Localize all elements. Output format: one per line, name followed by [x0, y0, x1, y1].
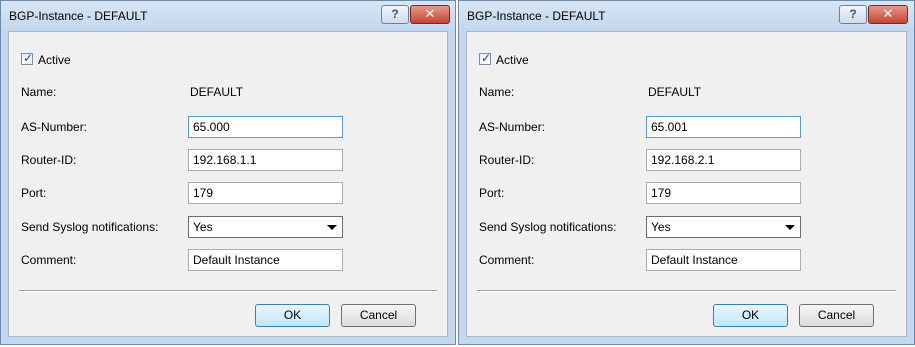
comment-label: Comment: — [479, 253, 535, 267]
close-button[interactable]: ✕ — [868, 5, 908, 24]
title-bar[interactable]: BGP-Instance - DEFAULT ? ✕ — [459, 1, 914, 31]
name-label: Name: — [479, 85, 515, 99]
bgp-instance-dialog-1: BGP-Instance - DEFAULT ? ✕ ✓ Active Name… — [0, 0, 456, 345]
active-label[interactable]: Active — [496, 53, 529, 67]
ok-button[interactable]: OK — [713, 304, 788, 327]
router-id-input[interactable]: 192.168.2.1 — [646, 149, 801, 171]
checkmark-icon: ✓ — [23, 51, 34, 65]
name-label: Name: — [21, 85, 57, 99]
router-id-label: Router-ID: — [21, 153, 77, 167]
router-id-input[interactable]: 192.168.1.1 — [188, 149, 343, 171]
help-button[interactable]: ? — [839, 5, 867, 24]
help-button[interactable]: ? — [381, 5, 409, 24]
separator — [477, 290, 896, 292]
as-number-label: AS-Number: — [479, 120, 546, 134]
router-id-label: Router-ID: — [479, 153, 535, 167]
as-number-input[interactable]: 65.000 — [188, 116, 343, 138]
ok-button[interactable]: OK — [255, 304, 330, 327]
comment-input[interactable]: Default Instance — [188, 249, 343, 271]
port-label: Port: — [479, 186, 505, 200]
close-icon: ✕ — [882, 6, 894, 21]
port-input[interactable]: 179 — [646, 182, 801, 204]
active-checkbox[interactable]: ✓ — [21, 51, 34, 65]
close-icon: ✕ — [424, 6, 436, 21]
close-button[interactable]: ✕ — [410, 5, 450, 24]
port-label: Port: — [21, 186, 47, 200]
dialog-title: BGP-Instance - DEFAULT — [467, 9, 606, 23]
dialog-body: ✓ Active Name: DEFAULT AS-Number: 65.001… — [466, 31, 907, 337]
cancel-button[interactable]: Cancel — [799, 304, 874, 327]
chevron-down-icon — [327, 225, 337, 230]
dialog-title: BGP-Instance - DEFAULT — [9, 9, 148, 23]
help-icon: ? — [849, 7, 857, 21]
syslog-select[interactable]: Yes — [188, 216, 343, 238]
separator — [19, 290, 437, 292]
syslog-label: Send Syslog notifications: — [479, 220, 617, 234]
help-icon: ? — [391, 7, 399, 21]
syslog-label: Send Syslog notifications: — [21, 220, 159, 234]
name-value: DEFAULT — [648, 85, 702, 99]
syslog-selected-value: Yes — [651, 220, 671, 234]
active-checkbox[interactable]: ✓ — [479, 51, 492, 65]
comment-label: Comment: — [21, 253, 77, 267]
checkmark-icon: ✓ — [481, 51, 492, 65]
syslog-selected-value: Yes — [193, 220, 213, 234]
chevron-down-icon — [785, 225, 795, 230]
syslog-select[interactable]: Yes — [646, 216, 801, 238]
as-number-input[interactable]: 65.001 — [646, 116, 801, 138]
bgp-instance-dialog-2: BGP-Instance - DEFAULT ? ✕ ✓ Active Name… — [458, 0, 915, 345]
title-bar[interactable]: BGP-Instance - DEFAULT ? ✕ — [1, 1, 455, 31]
as-number-label: AS-Number: — [21, 120, 88, 134]
comment-input[interactable]: Default Instance — [646, 249, 801, 271]
cancel-button[interactable]: Cancel — [341, 304, 416, 327]
dialog-body: ✓ Active Name: DEFAULT AS-Number: 65.000… — [8, 31, 448, 337]
active-label[interactable]: Active — [38, 53, 71, 67]
port-input[interactable]: 179 — [188, 182, 343, 204]
name-value: DEFAULT — [190, 85, 244, 99]
